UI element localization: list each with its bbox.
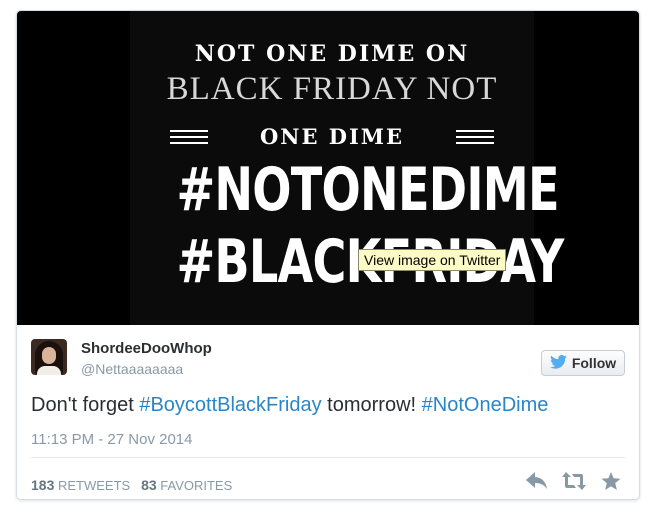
hashtag-link-boycottblackfriday[interactable]: #BoycottBlackFriday: [139, 394, 321, 416]
poster-line-2: BLACK FRIDAY NOT: [166, 71, 498, 107]
tweet-body: ShordeeDooWhop @Nettaaaaaaaa Follow Don'…: [17, 325, 639, 499]
tweet-text: Don't forget #BoycottBlackFriday tomorro…: [31, 394, 548, 417]
poster-line-1: NOT ONE DIME ON: [194, 41, 470, 67]
divider: [31, 457, 625, 458]
user-handle[interactable]: @Nettaaaaaaaa: [81, 361, 183, 377]
poster-line-3: ONE DIME: [130, 121, 534, 151]
decorative-lines-right: [456, 121, 494, 151]
tweet-text-part-1: Don't forget: [31, 394, 140, 416]
retweet-icon[interactable]: [562, 470, 586, 492]
favorites-count: 83: [141, 477, 157, 493]
bird-icon: [549, 354, 567, 372]
favorites-stat[interactable]: 83 FAVORITES: [141, 477, 233, 493]
view-image-tooltip: View image on Twitter: [358, 249, 507, 271]
reply-icon[interactable]: [525, 470, 549, 492]
embedded-tweet-card: NOT ONE DIME ON BLACK FRIDAY NOT ONE DIM…: [16, 10, 640, 500]
retweets-label: RETWEETS: [57, 478, 131, 493]
user-display-name[interactable]: ShordeeDooWhop: [81, 340, 212, 357]
tweet-timestamp[interactable]: 11:13 PM - 27 Nov 2014: [31, 431, 192, 448]
retweets-stat[interactable]: 183 RETWEETS: [31, 477, 131, 493]
tweet-text-part-2: tomorrow!: [321, 394, 422, 416]
follow-button[interactable]: Follow: [541, 350, 625, 376]
avatar[interactable]: [31, 339, 67, 375]
tweet-media[interactable]: NOT ONE DIME ON BLACK FRIDAY NOT ONE DIM…: [17, 11, 639, 325]
tweet-actions: [525, 469, 623, 493]
favorites-label: FAVORITES: [160, 478, 233, 493]
tweet-stats: 183 RETWEETS 83 FAVORITES: [31, 477, 232, 493]
hashtag-link-notonedime[interactable]: #NotOneDime: [422, 394, 549, 416]
retweets-count: 183: [31, 477, 55, 493]
poster-hashtag-1: #NOTONEDIME: [176, 155, 559, 225]
decorative-lines-left: [170, 121, 208, 151]
poster-image[interactable]: NOT ONE DIME ON BLACK FRIDAY NOT ONE DIM…: [130, 11, 564, 325]
follow-button-label: Follow: [571, 355, 617, 371]
favorite-icon[interactable]: [599, 470, 623, 492]
poster-line-3-text: ONE DIME: [259, 124, 405, 149]
